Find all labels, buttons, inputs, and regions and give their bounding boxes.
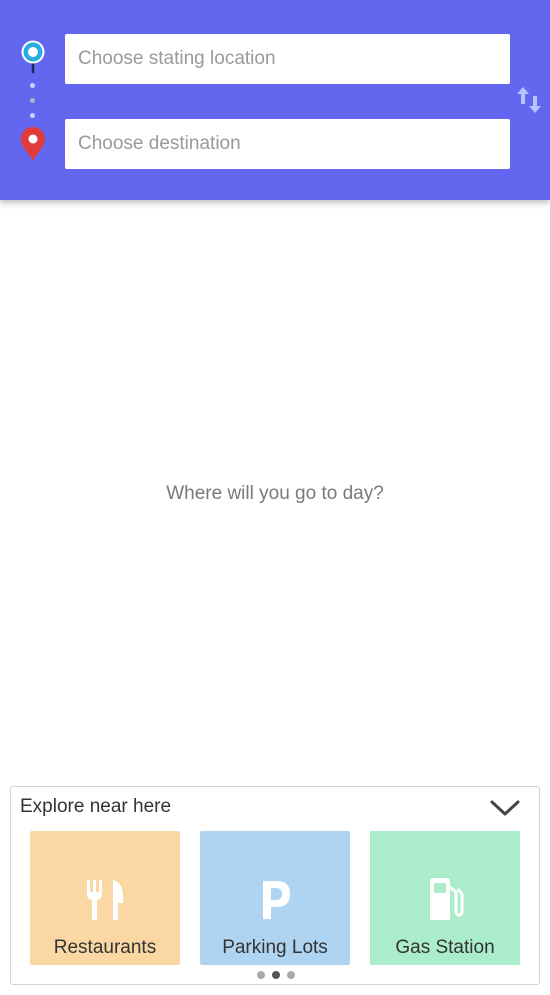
destination-pin-icon: [21, 127, 45, 161]
swap-locations-icon[interactable]: [515, 86, 543, 114]
start-location-pin-icon: [21, 40, 45, 74]
pager-dot[interactable]: [272, 971, 280, 979]
gas-station-card[interactable]: Gas Station: [370, 831, 520, 965]
pager-dot[interactable]: [287, 971, 295, 979]
card-label: Parking Lots: [222, 937, 328, 958]
route-dot: [30, 113, 35, 118]
parking-lots-card[interactable]: Parking Lots: [200, 831, 350, 965]
route-dot: [30, 98, 35, 103]
route-dot: [30, 83, 35, 88]
explore-title: Explore near here: [20, 796, 172, 817]
parking-icon: [263, 881, 290, 919]
carousel-pager: [257, 971, 297, 981]
gas-pump-icon: [430, 878, 464, 920]
fork-knife-icon: [87, 880, 123, 920]
start-location-input[interactable]: [65, 34, 510, 84]
card-label: Restaurants: [53, 937, 157, 958]
destination-input[interactable]: [65, 119, 510, 169]
chevron-down-icon[interactable]: [489, 797, 521, 819]
where-to-go-message: Where will you go to day?: [166, 483, 384, 504]
pager-dot[interactable]: [257, 971, 265, 979]
route-header: [0, 0, 550, 200]
explore-panel: Explore near here Restaurants Parking Lo…: [10, 786, 540, 985]
restaurants-card[interactable]: Restaurants: [30, 831, 180, 965]
card-label: Gas Station: [395, 937, 495, 958]
